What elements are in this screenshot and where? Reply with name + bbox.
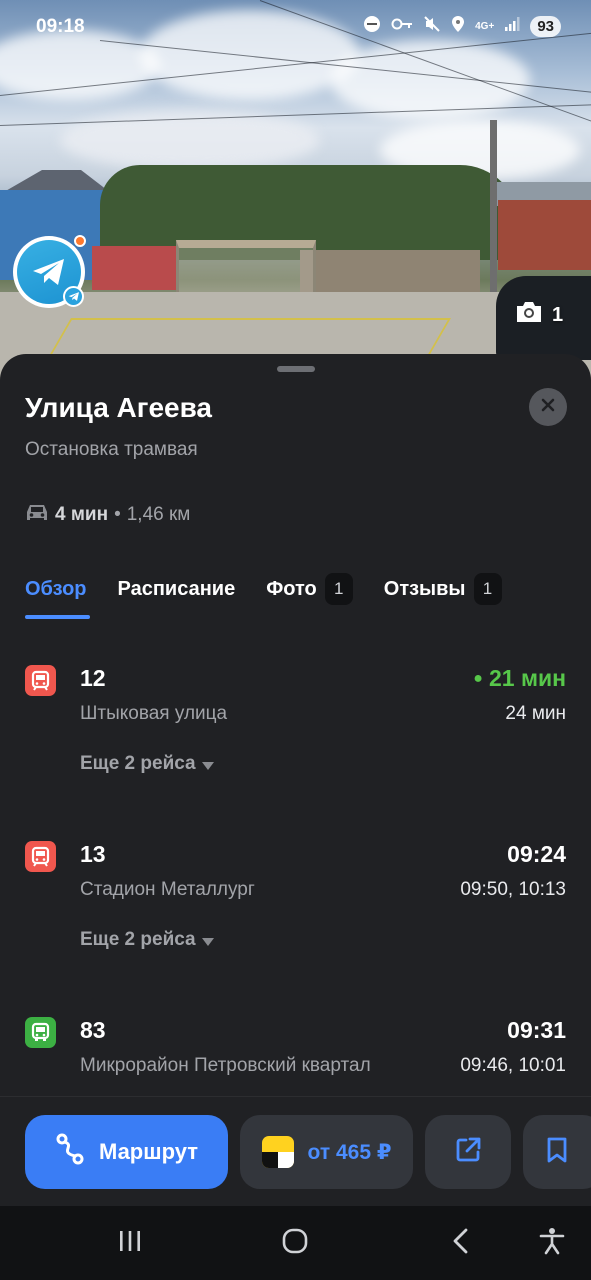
key-icon bbox=[391, 17, 413, 36]
tab-label: Расписание bbox=[117, 577, 236, 600]
tab-photos-count: 1 bbox=[324, 573, 353, 605]
close-icon bbox=[541, 398, 555, 417]
tab-overview[interactable]: Обзор bbox=[25, 578, 87, 601]
notification-dot bbox=[74, 235, 86, 247]
route-next-arrivals: 24 мин bbox=[505, 703, 566, 724]
accessibility-icon bbox=[539, 1227, 565, 1260]
car-icon bbox=[25, 502, 49, 528]
system-nav-bar bbox=[0, 1206, 591, 1280]
route-next-arrivals: 09:46, 10:01 bbox=[460, 1055, 566, 1076]
more-trips-toggle[interactable]: Еще 2 рейса bbox=[80, 929, 214, 951]
route-number: 13 bbox=[80, 841, 106, 867]
tabs: Обзор Расписание Фото 1 Отзывы 1 bbox=[25, 573, 502, 605]
route-number: 83 bbox=[80, 1017, 106, 1043]
dnd-icon bbox=[363, 15, 381, 38]
tram-icon bbox=[25, 841, 56, 872]
share-button[interactable] bbox=[425, 1115, 511, 1189]
home-button[interactable] bbox=[275, 1228, 315, 1258]
tab-label: Обзор bbox=[25, 577, 87, 600]
location-icon bbox=[451, 15, 465, 38]
travel-separator: • bbox=[114, 504, 121, 525]
status-bar: 09:18 4G+ 93 bbox=[0, 0, 591, 54]
route-destination: Стадион Металлург bbox=[80, 879, 255, 900]
street-photo[interactable] bbox=[0, 0, 591, 400]
photo-count-button[interactable]: 1 bbox=[514, 300, 563, 330]
more-trips-toggle[interactable]: Еще 2 рейса bbox=[80, 753, 214, 775]
mute-icon bbox=[423, 15, 441, 38]
route-next-arrivals: 09:50, 10:13 bbox=[460, 879, 566, 900]
tab-reviews-count: 1 bbox=[473, 573, 502, 605]
recent-apps-icon bbox=[117, 1229, 143, 1258]
taxi-price: от 465 ₽ bbox=[307, 1140, 392, 1164]
tram-icon bbox=[25, 665, 56, 696]
bus-icon bbox=[25, 1017, 56, 1048]
travel-distance: 1,46 км bbox=[126, 504, 191, 525]
route-item[interactable]: 12 Штыковая улица ● 21 мин 24 мин Еще 2 р… bbox=[0, 665, 591, 795]
caret-down-icon bbox=[201, 937, 214, 946]
route-number: 12 bbox=[80, 665, 106, 691]
route-arrival: 09:31 bbox=[507, 1017, 566, 1043]
recent-apps-button[interactable] bbox=[110, 1228, 150, 1258]
network-type: 4G+ bbox=[475, 20, 495, 32]
sheet-drag-handle[interactable] bbox=[277, 366, 315, 372]
accessibility-button[interactable] bbox=[532, 1227, 572, 1260]
camera-icon bbox=[514, 300, 544, 330]
travel-info[interactable]: 4 мин • 1,46 км bbox=[25, 502, 190, 528]
home-icon bbox=[281, 1227, 309, 1260]
back-button[interactable] bbox=[441, 1228, 481, 1258]
route-arrival: 21 мин bbox=[488, 665, 566, 691]
back-icon bbox=[451, 1228, 471, 1259]
status-icons: 4G+ 93 bbox=[363, 15, 561, 38]
route-item[interactable]: 13 Стадион Металлург 09:24 09:50, 10:13 … bbox=[0, 841, 591, 971]
bookmark-icon bbox=[546, 1136, 568, 1169]
place-card: Улица Агеева Остановка трамвая 4 мин • 1… bbox=[0, 354, 591, 1206]
photo-count: 1 bbox=[552, 303, 564, 326]
route-arrival-live: ● 21 мин bbox=[473, 665, 566, 692]
tab-photos[interactable]: Фото 1 bbox=[266, 573, 353, 605]
place-subtitle: Остановка трамвая bbox=[25, 439, 198, 460]
share-icon bbox=[454, 1136, 482, 1169]
route-destination: Штыковая улица bbox=[80, 703, 228, 724]
signal-icon bbox=[504, 16, 520, 37]
status-time: 09:18 bbox=[36, 16, 85, 37]
bookmark-button[interactable] bbox=[523, 1115, 591, 1189]
route-button-label: Маршрут bbox=[98, 1139, 199, 1164]
live-indicator-icon: ● bbox=[473, 670, 483, 687]
taxi-logo-icon bbox=[261, 1136, 294, 1168]
caret-down-icon bbox=[201, 761, 214, 770]
route-item[interactable]: 83 Микрорайон Петровский квартал 09:31 0… bbox=[0, 1017, 591, 1097]
battery-level: 93 bbox=[530, 16, 561, 37]
route-arrival: 09:24 bbox=[507, 841, 566, 867]
tab-schedule[interactable]: Расписание bbox=[118, 578, 236, 601]
tab-label: Фото bbox=[266, 577, 317, 600]
route-icon bbox=[55, 1132, 85, 1172]
more-trips-label: Еще 2 рейса bbox=[80, 753, 196, 774]
route-destination: Микрорайон Петровский квартал bbox=[80, 1055, 371, 1076]
taxi-button[interactable]: от 465 ₽ bbox=[240, 1115, 413, 1189]
place-title: Улица Агеева bbox=[25, 392, 213, 423]
tab-label: Отзывы bbox=[383, 577, 466, 600]
route-button[interactable]: Маршрут bbox=[25, 1115, 228, 1189]
action-bar: Маршрут от 465 ₽ bbox=[0, 1096, 591, 1206]
active-tab-indicator bbox=[25, 615, 90, 619]
more-trips-label: Еще 2 рейса bbox=[80, 929, 196, 950]
tab-reviews[interactable]: Отзывы 1 bbox=[384, 573, 502, 605]
close-button[interactable] bbox=[529, 388, 567, 426]
telegram-badge-icon bbox=[63, 286, 84, 307]
travel-time: 4 мин bbox=[55, 504, 109, 525]
